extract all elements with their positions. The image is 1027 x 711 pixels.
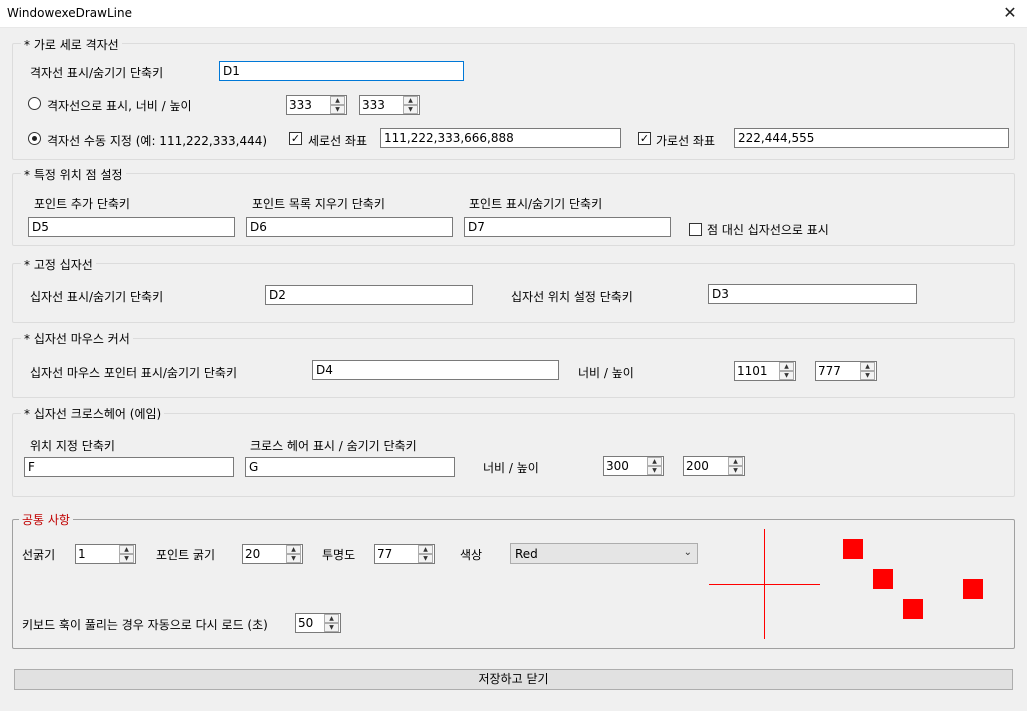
color-dropdown-value: Red [515,547,538,561]
mouse-cross-width-value[interactable] [735,362,778,380]
opacity-value[interactable] [375,545,417,563]
line-width-value[interactable] [76,545,118,563]
grid-auto-width-value[interactable] [287,96,329,114]
fixed-cross-group-title: * 고정 십자선 [21,256,96,273]
crosshair-width-value[interactable] [604,457,646,475]
spin-down-icon[interactable]: ▼ [779,371,794,380]
grid-auto-radio[interactable] [28,97,41,110]
grid-auto-height-value[interactable] [360,96,402,114]
spin-up-icon[interactable]: ▲ [324,614,339,623]
fixed-cross-toggle-label: 십자선 표시/숨기기 단축키 [30,290,164,304]
preview-point [843,539,863,559]
crosshair-toggle-label: 크로스 헤어 표시 / 숨기기 단축키 [250,439,417,453]
spin-up-icon[interactable]: ▲ [286,545,301,554]
mouse-cross-size-label: 너비 / 높이 [578,366,634,380]
fixed-cross-position-hotkey-input[interactable] [708,284,917,304]
radio-selected-dot [32,136,37,141]
window-title: WindowexeDrawLine [7,6,132,20]
points-group-title: * 특정 위치 점 설정 [21,166,126,183]
preview-crosshair-horizontal [709,584,820,585]
crosshair-position-label: 위치 지정 단축키 [30,439,115,453]
reload-stepper[interactable]: ▲▼ [295,613,341,633]
crosshair-toggle-hotkey-input[interactable] [245,457,455,477]
grid-auto-width-stepper[interactable]: ▲▼ [286,95,347,115]
spin-down-icon[interactable]: ▼ [728,466,743,475]
close-icon[interactable]: ✕ [996,2,1024,24]
points-clear-hotkey-input[interactable] [246,217,453,237]
spin-up-icon[interactable]: ▲ [728,457,743,466]
spin-up-icon[interactable]: ▲ [860,362,875,371]
fixed-cross-toggle-hotkey-input[interactable] [265,285,473,305]
spin-down-icon[interactable]: ▼ [418,554,433,563]
title-bar: WindowexeDrawLine ✕ [0,0,1027,28]
horizontal-lines-checkbox[interactable]: ✓ [638,132,651,145]
preview-point [903,599,923,619]
vertical-lines-checkbox[interactable]: ✓ [289,132,302,145]
grid-toggle-hotkey-input[interactable] [219,61,464,81]
color-dropdown[interactable]: Red ⌄ [510,543,698,564]
grid-toggle-label: 격자선 표시/숨기기 단축키 [30,66,164,80]
crosshair-height-stepper[interactable]: ▲▼ [683,456,745,476]
fixed-cross-position-label: 십자선 위치 설정 단축키 [511,290,633,304]
points-clear-label: 포인트 목록 지우기 단축키 [252,197,385,211]
spin-down-icon[interactable]: ▼ [860,371,875,380]
vertical-lines-label: 세로선 좌표 [308,134,368,148]
mouse-cross-toggle-label: 십자선 마우스 포인터 표시/숨기기 단축키 [30,366,237,380]
points-cross-checkbox[interactable] [689,223,702,236]
spin-down-icon[interactable]: ▼ [119,554,134,563]
vertical-lines-input[interactable] [380,128,621,148]
opacity-label: 투명도 [322,548,356,562]
reload-label: 키보드 훅이 풀리는 경우 자동으로 다시 로드 (초) [22,618,268,632]
crosshair-size-label: 너비 / 높이 [483,461,539,475]
grid-manual-label: 격자선 수동 지정 (예: 111,222,333,444) [47,134,268,148]
points-add-hotkey-input[interactable] [28,217,235,237]
mouse-cross-toggle-hotkey-input[interactable] [312,360,559,380]
points-toggle-label: 포인트 표시/숨기기 단축키 [469,197,603,211]
common-group-title: 공통 사항 [19,511,73,528]
save-and-close-button[interactable]: 저장하고 닫기 [14,669,1013,690]
mouse-cross-width-stepper[interactable]: ▲▼ [734,361,796,381]
spin-up-icon[interactable]: ▲ [647,457,662,466]
spin-down-icon[interactable]: ▼ [330,105,345,114]
color-label: 색상 [460,548,483,562]
point-width-value[interactable] [243,545,285,563]
spin-up-icon[interactable]: ▲ [119,545,134,554]
spin-up-icon[interactable]: ▲ [403,96,418,105]
line-width-label: 선굵기 [22,548,56,562]
mouse-cross-height-value[interactable] [816,362,859,380]
mouse-cross-group-title: * 십자선 마우스 커서 [21,330,133,347]
spin-down-icon[interactable]: ▼ [286,554,301,563]
points-cross-label: 점 대신 십자선으로 표시 [707,223,829,237]
preview-point [963,579,983,599]
crosshair-width-stepper[interactable]: ▲▼ [603,456,664,476]
points-toggle-hotkey-input[interactable] [464,217,671,237]
point-width-label: 포인트 굵기 [156,548,216,562]
spin-down-icon[interactable]: ▼ [403,105,418,114]
crosshair-position-hotkey-input[interactable] [24,457,234,477]
crosshair-group-title: * 십자선 크로스헤어 (에임) [21,405,165,422]
point-width-stepper[interactable]: ▲▼ [242,544,303,564]
line-width-stepper[interactable]: ▲▼ [75,544,136,564]
reload-value[interactable] [296,614,323,632]
grid-manual-radio[interactable] [28,132,41,145]
opacity-stepper[interactable]: ▲▼ [374,544,435,564]
mouse-cross-height-stepper[interactable]: ▲▼ [815,361,877,381]
horizontal-lines-input[interactable] [734,128,1009,148]
grid-auto-height-stepper[interactable]: ▲▼ [359,95,420,115]
spin-up-icon[interactable]: ▲ [779,362,794,371]
crosshair-group [12,413,1015,497]
crosshair-height-value[interactable] [684,457,727,475]
spin-down-icon[interactable]: ▼ [324,623,339,632]
spin-up-icon[interactable]: ▲ [418,545,433,554]
grid-auto-label: 격자선으로 표시, 너비 / 높이 [47,99,192,113]
spin-up-icon[interactable]: ▲ [330,96,345,105]
spin-down-icon[interactable]: ▼ [647,466,662,475]
horizontal-lines-label: 가로선 좌표 [656,134,716,148]
chevron-down-icon: ⌄ [683,547,692,558]
preview-point [873,569,893,589]
points-add-label: 포인트 추가 단축키 [34,197,130,211]
grid-group-title: * 가로 세로 격자선 [21,36,122,53]
